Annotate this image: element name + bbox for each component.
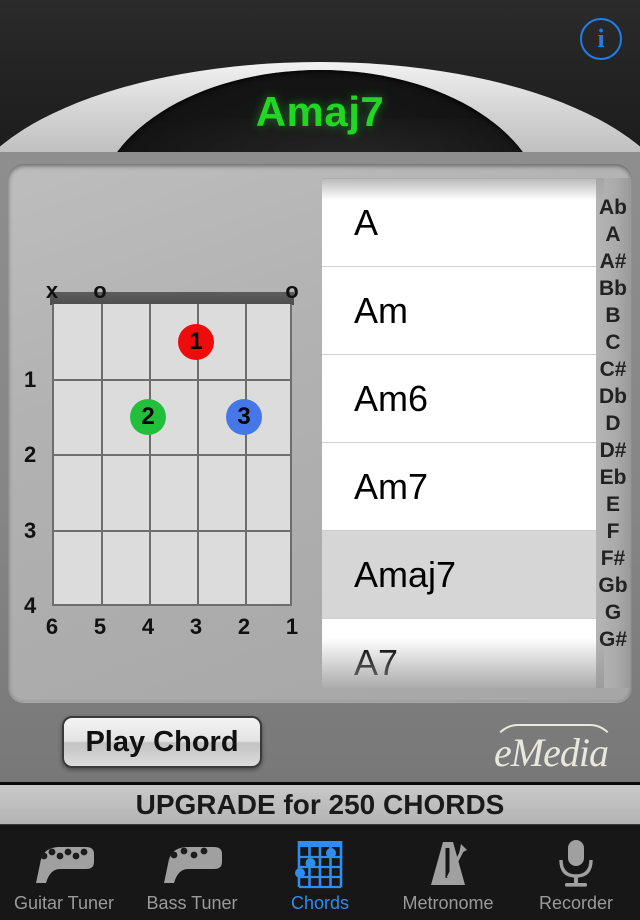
fret-number: 1 <box>24 366 37 392</box>
index-letter[interactable]: Gb <box>598 572 627 599</box>
guitar-headstock-icon <box>30 836 98 892</box>
string-number: 1 <box>285 614 299 639</box>
alphabetical-index[interactable]: Ab A A# Bb B C C# Db D D# Eb E F F# Gb G G# <box>596 178 630 688</box>
emedia-logo: eMedia <box>476 722 626 775</box>
info-icon-glyph: i <box>597 24 605 53</box>
index-letter[interactable]: B <box>605 302 620 329</box>
play-chord-label: Play Chord <box>85 725 239 758</box>
tab-chords[interactable]: Chords <box>256 825 384 920</box>
index-letter[interactable]: C# <box>600 356 627 383</box>
tab-guitar-tuner[interactable]: Guitar Tuner <box>0 825 128 920</box>
string-number: 4 <box>141 614 155 639</box>
index-letter[interactable]: Eb <box>600 464 627 491</box>
index-letter[interactable]: G# <box>599 626 627 653</box>
finger-dot: 1 <box>178 323 214 360</box>
logo-text: eMedia <box>494 730 609 775</box>
string-number: 6 <box>45 614 59 639</box>
play-chord-button[interactable]: Play Chord <box>62 716 262 768</box>
muted-string-marker: x <box>45 278 59 303</box>
index-letter[interactable]: C <box>605 329 620 356</box>
open-string-marker: o <box>93 278 107 303</box>
tab-label: Chords <box>290 893 350 913</box>
chord-list-item[interactable]: Am7 <box>322 442 604 530</box>
chord-list-item[interactable]: Am <box>322 266 604 354</box>
string-number: 5 <box>93 614 107 639</box>
metronome-icon <box>423 836 473 892</box>
index-letter[interactable]: A# <box>600 248 627 275</box>
index-letter[interactable]: D <box>605 410 620 437</box>
string-number: 2 <box>237 614 251 639</box>
chord-list-item[interactable]: A <box>322 178 604 266</box>
open-string-marker: o <box>285 278 299 303</box>
microphone-icon <box>554 836 598 892</box>
tab-label: Guitar Tuner <box>13 893 115 913</box>
index-letter[interactable]: D# <box>600 437 627 464</box>
string-number: 3 <box>189 614 203 639</box>
chord-list-item[interactable]: Am6 <box>322 354 604 442</box>
fret-number: 4 <box>24 593 37 618</box>
chord-list-item[interactable]: A7 <box>322 618 604 688</box>
tab-bass-tuner[interactable]: Bass Tuner <box>128 825 256 920</box>
index-letter[interactable]: F <box>607 518 620 545</box>
main-panel: 1234654321xoo123 A Am Am6 Am7 Amaj7 A7 Ab A A# B… <box>0 152 640 782</box>
tab-recorder[interactable]: Recorder <box>512 825 640 920</box>
chord-list-item-selected[interactable]: Amaj7 <box>322 530 604 618</box>
tab-label: Bass Tuner <box>146 893 238 913</box>
index-letter[interactable]: A <box>605 221 620 248</box>
index-letter[interactable]: F# <box>601 545 626 572</box>
upgrade-label: UPGRADE for 250 CHORDS <box>135 788 505 820</box>
play-controls-row: Play Chord eMedia <box>0 712 640 782</box>
finger-dot: 2 <box>130 399 166 436</box>
chord-grid-icon <box>295 836 345 892</box>
index-letter[interactable]: G <box>605 599 621 626</box>
bottom-tab-bar: Guitar Tuner Bass Tuner Chords Metronome… <box>0 824 640 920</box>
index-letter[interactable]: Db <box>599 383 627 410</box>
chord-title: Amaj7 <box>255 88 385 135</box>
fret-number: 3 <box>24 517 37 543</box>
fret-line <box>54 378 290 381</box>
fret-number: 2 <box>24 442 37 467</box>
bass-headstock-icon <box>158 836 226 892</box>
index-letter[interactable]: E <box>606 491 620 518</box>
upgrade-banner[interactable]: UPGRADE for 250 CHORDS <box>0 782 640 824</box>
content-inset: 1234654321xoo123 A Am Am6 Am7 Amaj7 A7 Ab A A# B… <box>8 164 632 702</box>
finger-dot: 3 <box>226 399 262 436</box>
tab-metronome[interactable]: Metronome <box>384 825 512 920</box>
app-header: Amaj7 i <box>0 0 640 160</box>
chord-diagram: 1234654321xoo123 <box>20 178 310 678</box>
fretboard-grid <box>52 304 292 606</box>
tab-label: Recorder <box>538 893 614 913</box>
index-letter[interactable]: Bb <box>599 275 627 302</box>
tab-label: Metronome <box>402 893 494 913</box>
index-letter[interactable]: Ab <box>599 194 627 221</box>
fret-line <box>54 529 290 532</box>
chord-list[interactable]: A Am Am6 Am7 Amaj7 A7 <box>322 178 604 688</box>
fret-line <box>54 454 290 456</box>
info-circle-icon[interactable]: i <box>580 18 622 60</box>
